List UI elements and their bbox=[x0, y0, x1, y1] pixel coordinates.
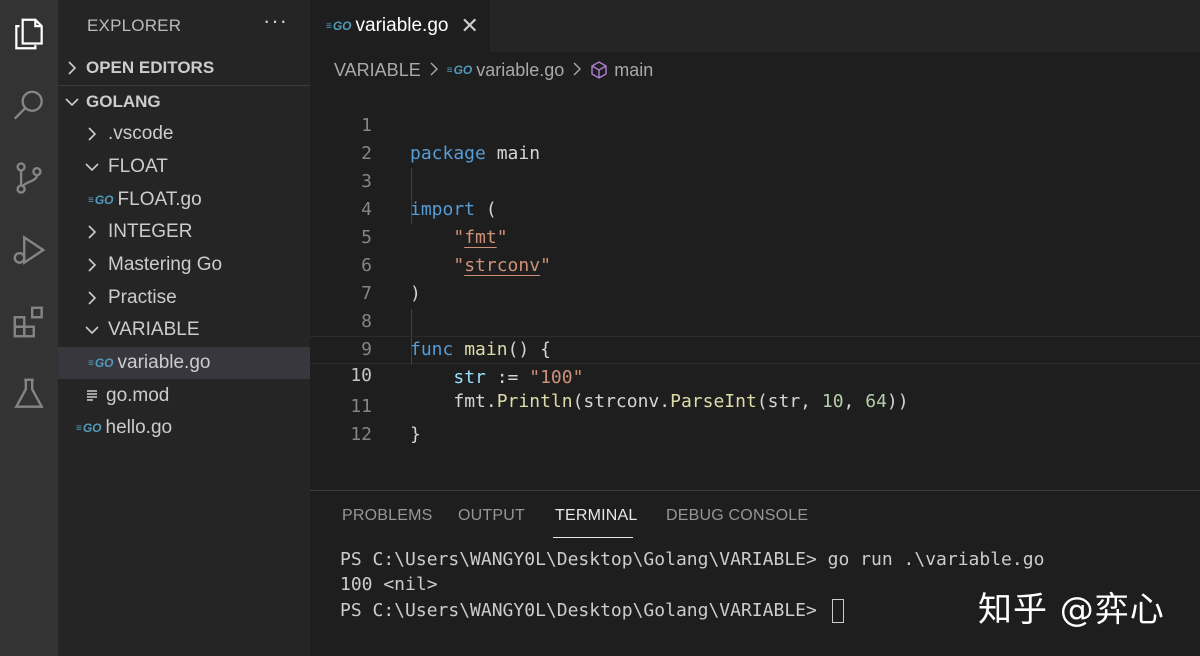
tab-label: variable.go bbox=[355, 15, 449, 36]
code-line: 4 "fmt" bbox=[310, 168, 1200, 248]
code-line: 9 str := "100" bbox=[310, 308, 1200, 388]
code-line: 12 bbox=[310, 393, 1200, 445]
code-line: 11 } bbox=[310, 365, 1200, 445]
go-file-icon: GO bbox=[326, 19, 352, 33]
tree-item-hello-go[interactable]: GO hello.go bbox=[58, 412, 310, 444]
chevron-down-icon bbox=[82, 161, 102, 173]
breadcrumb: VARIABLE GO variable.go main bbox=[334, 56, 653, 84]
chevron-right-icon bbox=[58, 61, 86, 75]
code-line: 6 ) bbox=[310, 224, 1200, 304]
code-line-current: 10 fmt.Println(strconv.ParseInt(str, 10,… bbox=[310, 336, 1200, 412]
chevron-down-icon bbox=[58, 96, 86, 108]
go-file-icon: GO bbox=[88, 193, 114, 207]
watermark: 知乎 @弈心 bbox=[978, 590, 1165, 630]
tree-item-label: Mastering Go bbox=[108, 254, 223, 275]
tree-item-go-mod[interactable]: go.mod bbox=[58, 380, 310, 412]
mod-file-icon bbox=[86, 389, 98, 403]
tree-item-label: .vscode bbox=[108, 123, 174, 144]
tab-problems[interactable]: PROBLEMS bbox=[342, 507, 433, 525]
tab-variable-go[interactable]: GO variable.go ✕ bbox=[310, 0, 490, 52]
chevron-right-icon bbox=[572, 60, 582, 81]
terminal-prompt[interactable]: PS C:\Users\WANGY0L\Desktop\Golang\VARIA… bbox=[340, 599, 844, 623]
open-editors-label: OPEN EDITORS bbox=[86, 58, 215, 77]
go-file-icon: GO bbox=[88, 356, 114, 370]
breadcrumb-symbol[interactable]: main bbox=[614, 60, 653, 81]
tab-terminal[interactable]: TERMINAL bbox=[555, 507, 638, 525]
tree-item-label: variable.go bbox=[117, 352, 211, 373]
tree-item-float-go[interactable]: GO FLOAT.go bbox=[58, 184, 310, 216]
explorer-title: EXPLORER bbox=[87, 16, 182, 35]
workspace-label: GOLANG bbox=[86, 92, 161, 111]
tree-item-label: FLOAT.go bbox=[117, 189, 202, 210]
source-control-icon[interactable] bbox=[0, 152, 58, 204]
breadcrumb-file[interactable]: variable.go bbox=[476, 60, 564, 81]
active-tab-indicator bbox=[553, 537, 633, 538]
explorer-icon[interactable] bbox=[0, 8, 58, 60]
line-number: 12 bbox=[350, 424, 372, 445]
tree-item-variable[interactable]: VARIABLE bbox=[58, 314, 310, 346]
more-actions-icon[interactable]: ··· bbox=[263, 8, 288, 34]
tab-output[interactable]: OUTPUT bbox=[458, 507, 525, 525]
symbol-method-icon bbox=[590, 61, 608, 79]
breadcrumb-folder[interactable]: VARIABLE bbox=[334, 60, 421, 81]
workspace-section[interactable]: GOLANG bbox=[58, 87, 310, 117]
chevron-right-icon bbox=[82, 225, 102, 239]
close-icon[interactable]: ✕ bbox=[460, 13, 478, 39]
terminal-line: PS C:\Users\WANGY0L\Desktop\Golang\VARIA… bbox=[340, 600, 828, 621]
code-line: 3 import ( bbox=[310, 140, 1200, 220]
code-line: 1 package main bbox=[310, 84, 1200, 164]
extensions-icon[interactable] bbox=[0, 296, 58, 348]
tree-item-practise[interactable]: Practise bbox=[58, 282, 310, 314]
go-file-icon: GO bbox=[76, 421, 102, 435]
chevron-right-icon bbox=[429, 60, 439, 81]
chevron-right-icon bbox=[82, 258, 102, 272]
activity-bar bbox=[0, 0, 58, 656]
open-editors-section[interactable]: OPEN EDITORS bbox=[58, 53, 310, 83]
tree-item-label: hello.go bbox=[105, 417, 173, 438]
editor-area: GO variable.go ✕ VARIABLE GO variable.go… bbox=[310, 0, 1200, 490]
tree-item-label: go.mod bbox=[106, 385, 170, 406]
tree-item-variable-go[interactable]: GO variable.go bbox=[58, 347, 310, 379]
code-line: 5 "strconv" bbox=[310, 196, 1200, 276]
bottom-panel: PROBLEMS OUTPUT TERMINAL DEBUG CONSOLE P… bbox=[310, 490, 1200, 656]
chevron-right-icon bbox=[82, 291, 102, 305]
tree-item-mastering-go[interactable]: Mastering Go bbox=[58, 249, 310, 281]
go-file-icon: GO bbox=[447, 63, 473, 77]
terminal-line: PS C:\Users\WANGY0L\Desktop\Golang\VARIA… bbox=[340, 549, 1045, 570]
chevron-down-icon bbox=[82, 324, 102, 336]
chevron-right-icon bbox=[82, 127, 102, 141]
tree-item-label: FLOAT bbox=[108, 156, 168, 177]
code-line: 7 bbox=[310, 252, 1200, 304]
code-line: 2 bbox=[310, 112, 1200, 164]
tree-item-label: INTEGER bbox=[108, 221, 193, 242]
tree-item-label: VARIABLE bbox=[108, 319, 200, 340]
tree-item-integer[interactable]: INTEGER bbox=[58, 216, 310, 248]
explorer-sidebar: EXPLORER ··· OPEN EDITORS GOLANG .vscode… bbox=[58, 0, 310, 656]
tab-debug-console[interactable]: DEBUG CONSOLE bbox=[666, 507, 808, 525]
section-divider bbox=[58, 85, 310, 86]
testing-icon[interactable] bbox=[0, 368, 58, 420]
tree-item-vscode[interactable]: .vscode bbox=[58, 118, 310, 150]
terminal-line: 100 <nil> bbox=[340, 574, 438, 595]
tree-item-label: Practise bbox=[108, 287, 177, 308]
line-text: } bbox=[410, 424, 421, 445]
editor-tab-bar: GO variable.go ✕ bbox=[310, 0, 1200, 52]
run-debug-icon[interactable] bbox=[0, 224, 58, 276]
code-line: 8 func main() { bbox=[310, 280, 1200, 360]
tree-item-float[interactable]: FLOAT bbox=[58, 151, 310, 183]
terminal-cursor bbox=[831, 599, 844, 623]
search-icon[interactable] bbox=[0, 80, 58, 132]
